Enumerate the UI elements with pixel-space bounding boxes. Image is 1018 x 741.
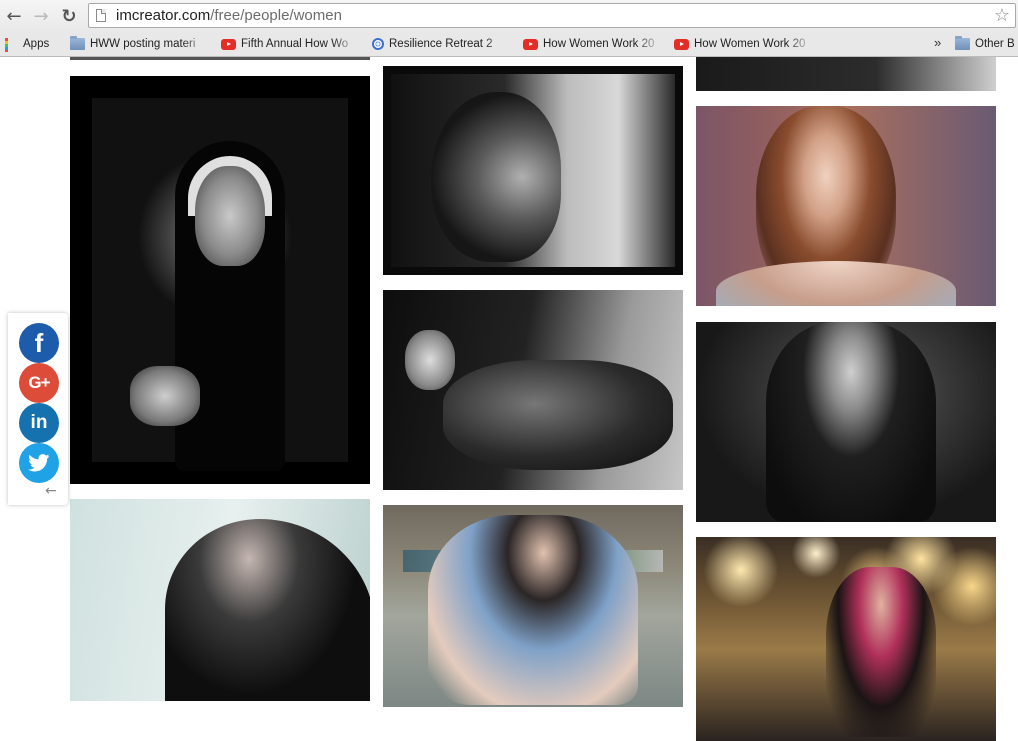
collapse-share-button[interactable]: ← — [45, 483, 57, 499]
folder-icon — [955, 36, 970, 50]
forward-button[interactable]: → — [30, 5, 52, 27]
gallery-divider — [70, 57, 370, 60]
url-text: imcreator.com/free/people/women — [116, 7, 342, 24]
bookmark-fifth-annual[interactable]: Fifth Annual How Wo — [221, 36, 359, 52]
photo-woman-wood-wall[interactable] — [696, 106, 996, 306]
browser-toolbar: ← → ↻ imcreator.com/free/people/women ☆ — [0, 0, 1018, 32]
address-bar[interactable]: imcreator.com/free/people/women ☆ — [88, 3, 1016, 28]
bookmark-how-women-work-1[interactable]: How Women Work 20 — [523, 36, 663, 52]
bookmark-hww-posting[interactable]: HWW posting materi — [70, 36, 210, 52]
url-path: /free/people/women — [210, 7, 342, 24]
photo-woman-profile[interactable] — [383, 66, 683, 275]
reload-button[interactable]: ↻ — [58, 5, 80, 27]
photo-partial-top[interactable] — [696, 57, 996, 91]
globe-icon — [372, 38, 384, 50]
google-plus-icon: G+ — [28, 373, 50, 392]
back-button[interactable]: ← — [3, 5, 25, 27]
bookmarks-overflow-chevron[interactable]: » — [934, 35, 941, 50]
twitter-share-button[interactable] — [19, 443, 59, 483]
apps-grid-icon — [5, 37, 18, 52]
bookmark-label: How Women Work 20 — [543, 38, 655, 50]
bookmark-label: Apps — [23, 38, 50, 50]
photo-woman-city-street[interactable] — [696, 537, 996, 741]
bookmark-label: Fifth Annual How Wo — [241, 38, 349, 50]
photo-woman-headphones[interactable] — [70, 499, 370, 701]
linkedin-icon: in — [30, 412, 48, 433]
facebook-share-button[interactable]: f — [19, 323, 59, 363]
url-host: imcreator.com — [116, 7, 211, 24]
twitter-bird-icon — [28, 454, 50, 472]
photo-nun[interactable] — [70, 76, 370, 484]
youtube-icon — [221, 38, 236, 50]
bookmark-label: HWW posting materi — [90, 38, 196, 50]
linkedin-share-button[interactable]: in — [19, 403, 59, 443]
youtube-icon — [523, 38, 538, 50]
google-plus-share-button[interactable]: G+ — [19, 363, 59, 403]
page-icon — [96, 9, 106, 22]
bookmark-how-women-work-2[interactable]: How Women Work 20 — [674, 36, 814, 52]
bookmark-resilience-retreat[interactable]: Resilience Retreat 2 — [372, 36, 512, 52]
social-share-widget: f G+ in ← — [8, 313, 68, 505]
facebook-icon: f — [34, 327, 44, 358]
youtube-icon — [674, 38, 689, 50]
bookmarks-bar: Apps HWW posting materi Fifth Annual How… — [0, 32, 1018, 57]
photo-woman-kitchen[interactable] — [383, 505, 683, 707]
photo-portrait-dark[interactable] — [696, 322, 996, 522]
bookmark-label: How Women Work 20 — [694, 38, 806, 50]
bookmark-apps[interactable]: Apps — [5, 36, 49, 52]
photo-gallery — [0, 57, 1018, 741]
photo-woman-with-cat[interactable] — [383, 290, 683, 490]
folder-icon — [70, 36, 85, 50]
bookmark-label: Resilience Retreat 2 — [389, 38, 493, 50]
bookmark-other[interactable]: Other B — [955, 36, 1018, 52]
bookmark-star-icon[interactable]: ☆ — [994, 5, 1010, 26]
bookmark-label: Other B — [975, 38, 1015, 50]
